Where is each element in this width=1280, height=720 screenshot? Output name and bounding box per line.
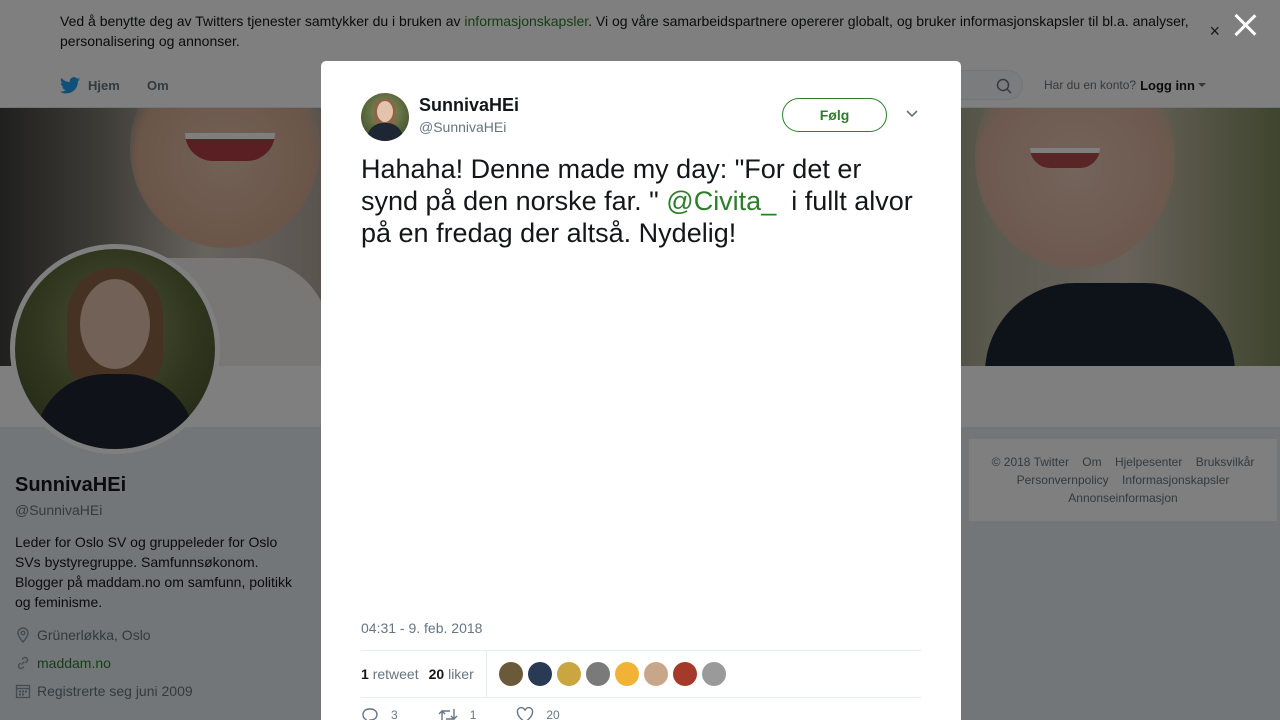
tweet-actions: 3 1 20: [361, 707, 600, 720]
tweet-stats: 1 retweet 20 liker: [361, 650, 921, 698]
reply-count: 3: [391, 708, 398, 720]
retweet-button[interactable]: 1: [438, 707, 477, 720]
liker-avatars: [498, 662, 731, 686]
liker-avatar-4[interactable]: [585, 662, 610, 686]
liker-avatar-2[interactable]: [527, 662, 552, 686]
retweet-stat-count: 1: [361, 666, 369, 682]
like-stat-count: 20: [428, 666, 445, 682]
liker-avatar-1[interactable]: [498, 662, 523, 686]
like-count: 20: [546, 708, 560, 720]
like-stat-label: liker: [448, 666, 474, 682]
like-stat[interactable]: 20 liker: [429, 666, 474, 682]
tweet-author-name[interactable]: SunnivaHEi: [419, 95, 519, 116]
reply-button[interactable]: 3: [361, 707, 398, 720]
retweet-stat[interactable]: 1 retweet: [361, 666, 419, 682]
reply-icon: [362, 708, 378, 720]
liker-avatar-5[interactable]: [614, 662, 639, 686]
liker-avatar-8[interactable]: [701, 662, 726, 686]
tweet-mention-link[interactable]: @Civita_: [666, 186, 776, 216]
tweet-avatar[interactable]: [361, 93, 409, 141]
retweet-icon: [438, 709, 458, 720]
retweet-stat-label: retweet: [372, 666, 419, 682]
liker-avatar-3[interactable]: [556, 662, 581, 686]
close-icon[interactable]: [1232, 12, 1258, 38]
follow-button[interactable]: Følg: [782, 98, 887, 132]
tweet-avatar-body: [367, 123, 403, 141]
tweet-author-handle[interactable]: @SunnivaHEi: [419, 119, 506, 135]
liker-avatar-7[interactable]: [672, 662, 697, 686]
tweet-text: Hahaha! Denne made my day: "For det er s…: [361, 153, 921, 249]
tweet-timestamp[interactable]: 04:31 - 9. feb. 2018: [361, 620, 482, 636]
stats-divider: [485, 650, 487, 698]
tweet-avatar-face: [377, 101, 393, 122]
retweet-count: 1: [469, 708, 477, 720]
chevron-down-icon[interactable]: [906, 110, 918, 118]
heart-icon: [517, 707, 534, 720]
liker-avatar-6[interactable]: [643, 662, 668, 686]
tweet-modal: SunnivaHEi @SunnivaHEi Følg Hahaha! Denn…: [321, 61, 961, 720]
like-button[interactable]: 20: [516, 707, 560, 720]
